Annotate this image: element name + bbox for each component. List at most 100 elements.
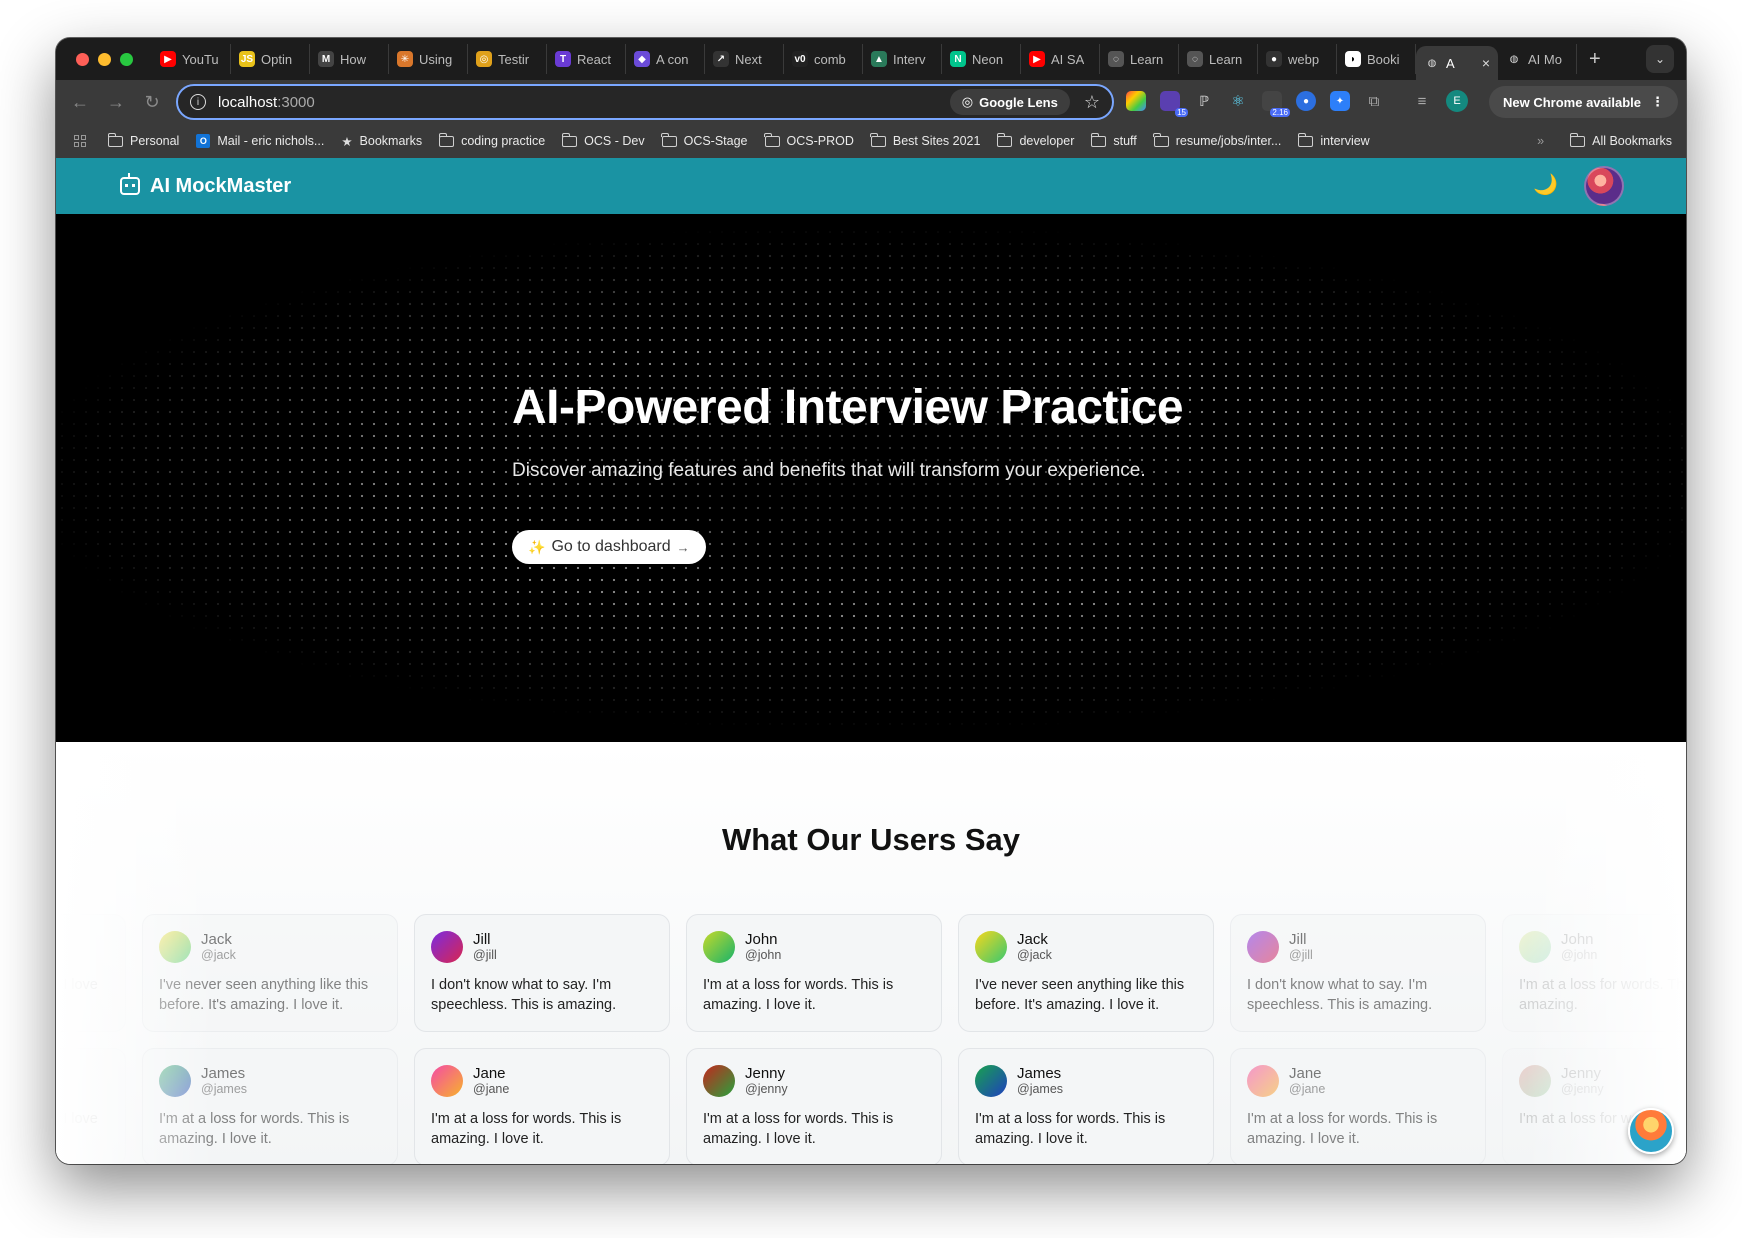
browser-tab[interactable]: ▲ Interv xyxy=(863,44,942,74)
testimonial-text: I'm at a loss for words. This is amazing… xyxy=(703,1111,894,1147)
browser-window: ▶ YouTu JS Optin M How ✳ Using ◎ Testir T React ◆ A c… xyxy=(56,38,1686,1164)
tab-favicon-icon: ◎ xyxy=(476,51,492,67)
bookmark-item[interactable]: OCS - Dev xyxy=(561,132,645,148)
browser-tab[interactable]: ◗ Booki xyxy=(1337,44,1416,74)
bookmark-item[interactable]: coding practice xyxy=(438,132,546,148)
author-meta: Jane @jane xyxy=(473,1065,509,1097)
browser-tab[interactable]: ↗ Next xyxy=(705,44,784,74)
lens-icon: ◎ xyxy=(961,94,974,109)
bookmark-label: OCS - Dev xyxy=(584,134,645,148)
new-tab-button[interactable]: + xyxy=(1577,48,1613,71)
go-to-dashboard-button[interactable]: ✨ Go to dashboard → xyxy=(512,530,706,564)
bookmarks-overflow-icon[interactable]: » xyxy=(1537,134,1544,148)
brand-logo[interactable]: AI MockMaster xyxy=(120,173,291,198)
author-handle: @jack xyxy=(1017,948,1052,962)
reload-icon[interactable]: ↻ xyxy=(134,92,170,113)
author-meta: John@john xyxy=(745,931,781,963)
browser-tab[interactable]: ▶ AI SA xyxy=(1021,44,1100,74)
testimonial-card: Jane @jane I'm at a loss for words. This i… xyxy=(1230,1048,1486,1164)
bookmark-item[interactable]: stuff xyxy=(1090,132,1137,148)
browser-tab[interactable]: N Neon xyxy=(942,44,1021,74)
folder-icon xyxy=(870,132,886,147)
user-avatar[interactable] xyxy=(1584,166,1624,206)
bookmark-item[interactable]: interview xyxy=(1297,132,1370,148)
chrome-update-button[interactable]: New Chrome available ⋮ xyxy=(1489,86,1678,118)
tab-favicon-icon: N xyxy=(950,51,966,67)
puzzle-extensions-icon[interactable]: ⧉ xyxy=(1364,91,1384,111)
author-handle: @jill xyxy=(473,948,497,962)
google-lens-button[interactable]: ◎ Google Lens xyxy=(949,89,1070,115)
bookmark-item[interactable]: Personal xyxy=(107,132,179,148)
testimonial-card: Jenny @jenny I'm at a loss for words. This… xyxy=(686,1048,942,1164)
browser-tab[interactable]: ◍ AI Mo xyxy=(1498,44,1577,74)
close-window-button[interactable] xyxy=(76,52,89,66)
browser-tab-active[interactable]: ◍ A × xyxy=(1416,46,1498,80)
extension-icon[interactable]: ℙ xyxy=(1194,91,1214,111)
tab-title: Next xyxy=(735,51,762,67)
hero-subtitle: Discover amazing features and benefits t… xyxy=(512,460,1146,481)
author-meta: Jill @jill xyxy=(1289,931,1313,963)
author-handle: @jane xyxy=(473,1082,510,1096)
author-meta: Jenny@jenny xyxy=(745,1065,788,1097)
browser-tab[interactable]: ✳ Using xyxy=(389,44,468,74)
back-arrow-icon[interactable]: ← xyxy=(62,92,98,113)
kebab-menu-icon[interactable]: ⋮ xyxy=(1651,94,1664,110)
browser-tab[interactable]: M How xyxy=(310,44,389,74)
testimonial-card: Jane @jane I'm at a loss for words. This i… xyxy=(414,1048,670,1164)
all-bookmarks-button[interactable]: All Bookmarks xyxy=(1569,132,1672,148)
browser-tab[interactable]: T React xyxy=(547,44,626,74)
bookmark-label: coding practice xyxy=(461,134,546,148)
folder-icon xyxy=(1297,132,1314,147)
bookmark-item[interactable]: developer xyxy=(996,132,1074,148)
browser-tab[interactable]: ◌ Learn xyxy=(1100,44,1179,74)
page-viewport: AI MockMaster 🌙 AI-Powered Interview Pra… xyxy=(56,158,1686,1164)
reading-list-icon[interactable]: ≡ xyxy=(1412,91,1432,111)
bookmark-label: interview xyxy=(1320,134,1370,148)
address-bar[interactable]: i localhost:3000 ◎ Google Lens ☆ xyxy=(176,84,1114,120)
url-text[interactable]: localhost:3000 xyxy=(218,94,315,111)
browser-tab[interactable]: ● webp xyxy=(1258,44,1337,74)
author-name: James xyxy=(1017,1065,1062,1082)
tab-title: AI SA xyxy=(1051,51,1085,67)
testimonial-author: Jack @jack xyxy=(975,931,1197,963)
tab-search-chevron-icon[interactable]: ⌄ xyxy=(1646,45,1674,73)
forward-arrow-icon[interactable]: → xyxy=(98,92,134,113)
extension-icon[interactable]: 15 xyxy=(1160,91,1188,117)
browser-tab[interactable]: ▶ YouTu xyxy=(152,44,231,74)
profile-avatar[interactable]: E xyxy=(1446,90,1468,112)
bookmark-item[interactable]: resume/jobs/inter... xyxy=(1153,132,1281,148)
browser-tab[interactable]: JS Optin xyxy=(231,44,310,74)
minimize-window-button[interactable] xyxy=(98,52,111,66)
browser-tab[interactable]: ◌ Learn xyxy=(1179,44,1258,74)
author-name: Jill xyxy=(473,931,491,948)
extension-icon[interactable]: ✦ xyxy=(1330,91,1350,111)
extension-icon[interactable]: ● xyxy=(1296,91,1316,111)
testimonial-text: I've never seen anything like this befor… xyxy=(975,977,1185,1013)
bookmark-item[interactable]: OCS-PROD xyxy=(764,132,854,148)
bookmark-item[interactable]: ★ Bookmarks xyxy=(341,134,422,149)
close-tab-icon[interactable]: × xyxy=(1482,55,1490,71)
browser-tab[interactable]: v0 comb xyxy=(784,44,863,74)
extension-icon[interactable]: 2.16 xyxy=(1262,91,1290,117)
testimonial-text: I don't know what to say. I'm speechless… xyxy=(431,977,617,1013)
hero-title: AI-Powered Interview Practice xyxy=(512,381,1184,434)
tab-title: Testir xyxy=(498,51,530,67)
bookmark-item[interactable]: OCS-Stage xyxy=(661,132,748,148)
bookmark-star-icon[interactable]: ☆ xyxy=(1084,92,1100,113)
bookmark-item[interactable]: O Mail - eric nichols... xyxy=(196,134,324,148)
testimonial-card: John@john I'm at a loss for words. This i… xyxy=(686,914,942,1032)
react-devtools-icon[interactable]: ⚛ xyxy=(1228,91,1248,111)
extension-icon[interactable] xyxy=(1126,91,1146,111)
browser-tab[interactable]: ◆ A con xyxy=(626,44,705,74)
floating-action-button[interactable] xyxy=(1628,1108,1674,1154)
browser-tab[interactable]: ◎ Testir xyxy=(468,44,547,74)
maximize-window-button[interactable] xyxy=(120,52,133,66)
author-name: Jenny xyxy=(745,1065,786,1082)
site-info-icon[interactable]: i xyxy=(190,94,206,110)
theme-toggle-moon-icon[interactable]: 🌙 xyxy=(1533,172,1558,197)
bookmark-label: stuff xyxy=(1113,134,1137,148)
bookmark-item[interactable]: Best Sites 2021 xyxy=(870,132,980,148)
tab-title: AI Mo xyxy=(1528,51,1562,67)
avatar xyxy=(431,931,463,963)
apps-grid-icon[interactable] xyxy=(74,135,86,147)
